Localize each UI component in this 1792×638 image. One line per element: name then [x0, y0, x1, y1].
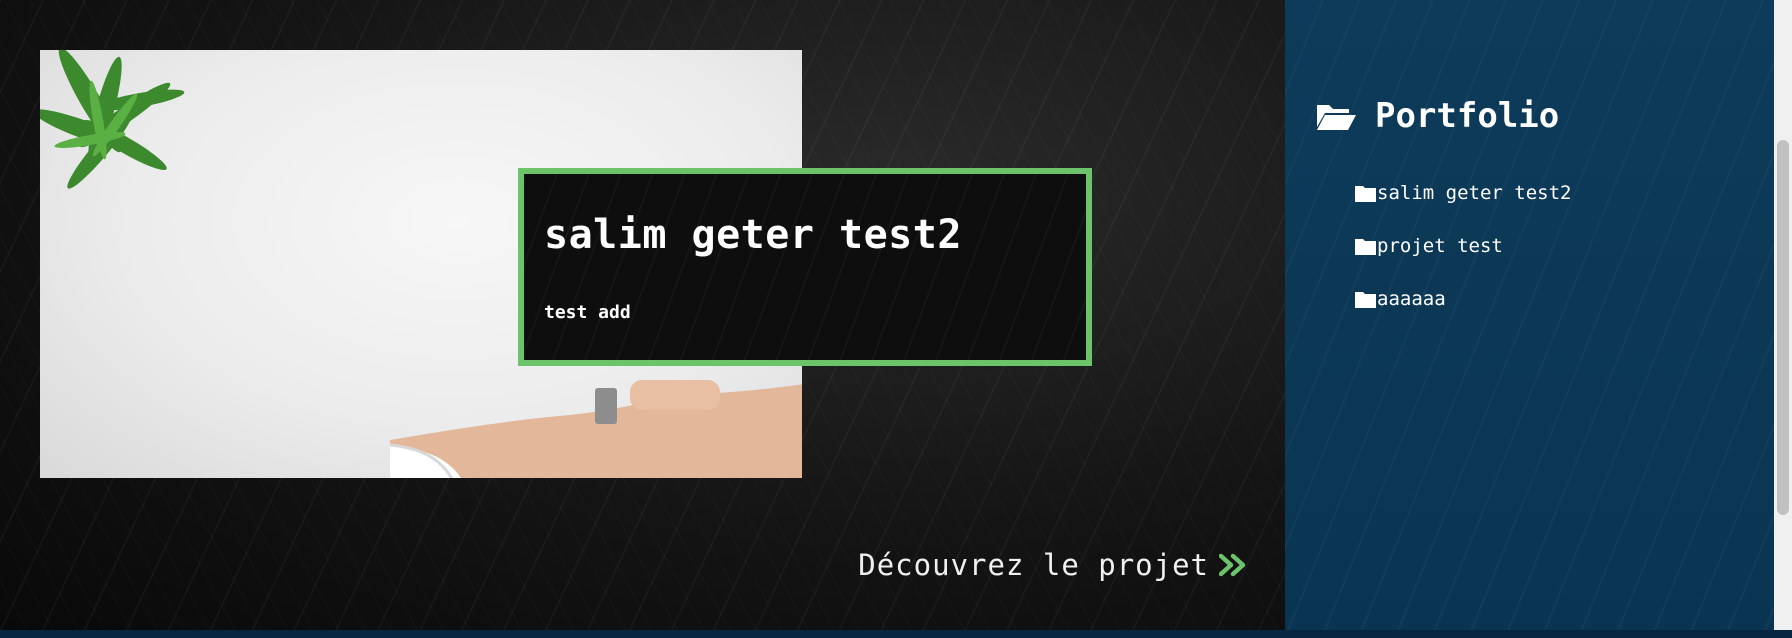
portfolio-item[interactable]: aaaaaa [1355, 286, 1571, 312]
project-title: salim geter test2 [544, 212, 962, 258]
folder-icon [1355, 185, 1376, 202]
folder-open-icon [1317, 105, 1356, 130]
project-showcase: salim geter test2 test add Découvrez le … [0, 0, 1285, 630]
double-chevron-right-icon [1219, 553, 1246, 577]
portfolio-sidebar: Portfolio salim geter test2 projet test … [1285, 0, 1774, 630]
project-summary-card: salim geter test2 test add [518, 168, 1092, 366]
footer-edge [0, 630, 1792, 638]
folder-icon [1355, 291, 1376, 308]
project-subtitle: test add [544, 302, 631, 323]
arm-with-watch-illustration [390, 380, 802, 478]
discover-project-link[interactable]: Découvrez le projet [858, 548, 1247, 582]
vertical-scrollbar[interactable] [1774, 0, 1792, 630]
portfolio-item[interactable]: salim geter test2 [1355, 180, 1571, 206]
scrollbar-thumb[interactable] [1777, 140, 1789, 515]
discover-project-label: Découvrez le projet [858, 548, 1209, 582]
portfolio-item-label: projet test [1377, 235, 1503, 257]
folder-icon [1355, 238, 1376, 255]
portfolio-item-label: salim geter test2 [1377, 182, 1572, 204]
portfolio-project-list: salim geter test2 projet test aaaaaa [1355, 180, 1571, 339]
plant-illustration [40, 50, 185, 189]
portfolio-heading: Portfolio [1315, 96, 1559, 136]
portfolio-item[interactable]: projet test [1355, 233, 1571, 259]
portfolio-title: Portfolio [1375, 96, 1560, 136]
portfolio-item-label: aaaaaa [1377, 288, 1446, 310]
